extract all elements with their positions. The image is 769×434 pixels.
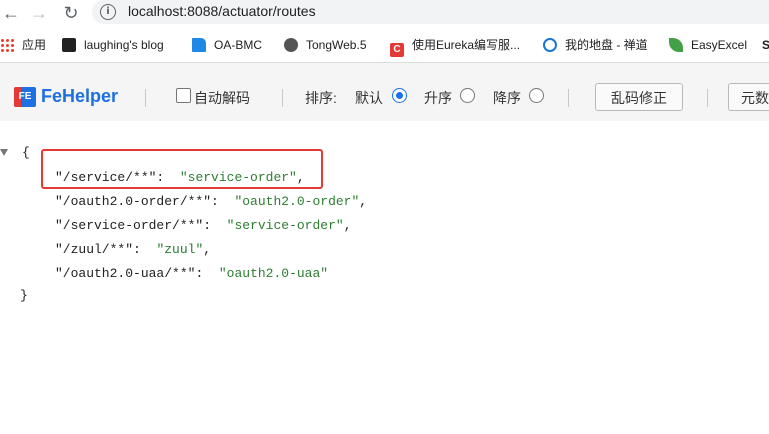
json-entry: "/zuul/**": "zuul", xyxy=(55,242,211,257)
collapse-toggle-icon[interactable] xyxy=(0,149,8,156)
forward-icon[interactable]: → xyxy=(28,2,50,24)
fix-garbled-button[interactable]: 乱码修正 xyxy=(595,83,683,111)
auto-decode-checkbox[interactable] xyxy=(176,88,191,103)
json-key: "/service-order/**" xyxy=(55,218,204,233)
json-comma: , xyxy=(359,194,368,209)
fehelper-title: FeHelper xyxy=(41,86,119,106)
bookmark-oa-bmc[interactable]: OA-BMC xyxy=(192,36,262,54)
info-icon[interactable]: i xyxy=(100,4,116,20)
json-comma: , xyxy=(343,218,352,233)
json-colon: : xyxy=(133,242,141,257)
sort-default-label[interactable]: 默认 xyxy=(355,88,383,108)
json-colon: : xyxy=(195,266,204,281)
json-entry: "/oauth2.0-uaa/**": "oauth2.0-uaa" xyxy=(55,266,328,281)
toolbar-separator xyxy=(568,89,569,107)
json-value: "service-order" xyxy=(226,218,344,233)
sort-asc-label[interactable]: 升序 xyxy=(424,88,452,108)
bookmarks-bar: 应用 laughing's blog OA-BMC TongWeb.5 C 使用E… xyxy=(0,32,769,58)
json-viewer: { "/service/**": "service-order", "/oaut… xyxy=(0,121,769,434)
json-key: "/oauth2.0-uaa/**" xyxy=(55,266,196,281)
json-entry: "/oauth2.0-order/**": "oauth2.0-order", xyxy=(55,194,367,209)
bookmark-apps[interactable]: 应用 xyxy=(0,36,46,54)
sort-asc-radio[interactable] xyxy=(460,88,475,103)
sort-desc-radio[interactable] xyxy=(529,88,544,103)
bookmark-label: TongWeb.5 xyxy=(306,38,367,52)
fehelper-toolbar: FE FeHelper 自动解码 排序: 默认 升序 降序 乱码修正 元数 xyxy=(0,63,769,122)
oa-icon xyxy=(192,38,206,52)
reload-icon[interactable]: ↻ xyxy=(60,2,82,24)
toolbar-separator xyxy=(145,89,146,107)
bookmark-label: 应用 xyxy=(22,38,47,52)
bookmark-label: laughing's blog xyxy=(84,38,164,52)
bookmark-easyexcel[interactable]: EasyExcel xyxy=(669,36,747,54)
address-bar-row: ← → ↻ i localhost:8088/actuator/routes xyxy=(0,0,769,26)
sort-label: 排序: xyxy=(305,90,337,106)
json-colon: : xyxy=(203,218,212,233)
bookmark-label: 我的地盘 - 禅道 xyxy=(565,38,648,52)
bookmark-label: 使用Eureka编写服... xyxy=(412,38,521,52)
json-colon: : xyxy=(211,194,219,209)
bookmark-zentao[interactable]: 我的地盘 - 禅道 xyxy=(543,36,648,54)
blog-icon xyxy=(62,38,76,52)
leaf-icon xyxy=(669,38,683,52)
bookmark-more[interactable]: S xyxy=(762,36,769,54)
bookmark-label: S xyxy=(762,38,769,52)
json-value: "zuul" xyxy=(156,242,204,257)
json-open-brace: { xyxy=(22,145,30,160)
json-value: "oauth2.0-order" xyxy=(234,194,360,209)
json-close-brace: } xyxy=(20,288,28,303)
globe-icon xyxy=(284,38,298,52)
json-key: "/zuul/**" xyxy=(55,242,134,257)
bookmark-label: EasyExcel xyxy=(691,38,748,52)
json-key: "/oauth2.0-order/**" xyxy=(55,194,212,209)
sort-default-radio[interactable] xyxy=(392,88,407,103)
auto-decode-label[interactable]: 自动解码 xyxy=(194,88,250,108)
bookmark-blog[interactable]: laughing's blog xyxy=(62,36,164,54)
sort-desc-label[interactable]: 降序 xyxy=(493,88,521,108)
json-entry: "/service-order/**": "service-order", xyxy=(55,218,352,233)
toolbar-separator xyxy=(282,89,283,107)
json-value: "oauth2.0-uaa" xyxy=(218,266,329,281)
bookmark-eureka[interactable]: C 使用Eureka编写服... xyxy=(390,36,521,57)
c-icon: C xyxy=(390,43,404,57)
highlight-annotation-box xyxy=(41,149,323,189)
toolbar-separator xyxy=(707,89,708,107)
omnibox[interactable]: i localhost:8088/actuator/routes xyxy=(92,0,769,24)
back-icon[interactable]: ← xyxy=(0,2,22,24)
bookmark-label: OA-BMC xyxy=(214,38,262,52)
yuan-button[interactable]: 元数 xyxy=(728,83,769,111)
apps-grid-icon xyxy=(0,38,14,52)
fehelper-logo-icon: FE xyxy=(14,87,36,107)
url-text[interactable]: localhost:8088/actuator/routes xyxy=(128,3,316,19)
zentao-icon xyxy=(543,38,557,52)
bookmark-tongweb[interactable]: TongWeb.5 xyxy=(284,36,367,54)
json-comma: , xyxy=(203,242,212,257)
